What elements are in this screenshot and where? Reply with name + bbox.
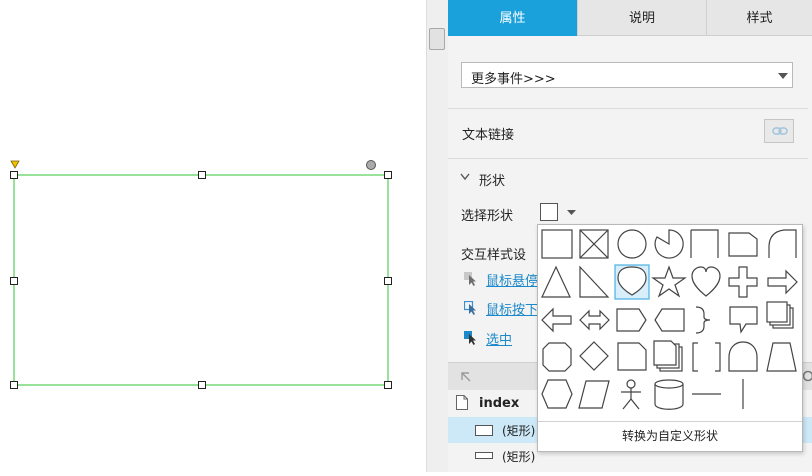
shape-folded-page-icon[interactable] [618, 343, 646, 370]
tree-item-label: (矩形) [502, 448, 535, 465]
shape-rectangle-icon[interactable] [542, 230, 572, 258]
shape-brace-right-icon[interactable] [696, 307, 710, 333]
divider [448, 108, 808, 109]
text-link-label: 文本链接 [462, 124, 514, 143]
shape-ellipse-icon[interactable] [618, 230, 646, 258]
shape-right-triangle-icon[interactable] [580, 267, 608, 297]
scrollbar-thumb[interactable] [429, 28, 445, 50]
shape-bell-curve-icon[interactable] [729, 342, 757, 371]
canvas-vertical-scrollbar[interactable] [426, 0, 448, 472]
selected-link[interactable]: 选中 [486, 329, 512, 348]
tab-properties[interactable]: 属性 [448, 0, 577, 36]
resize-handle-e[interactable] [385, 278, 392, 285]
select-shape-button[interactable] [537, 200, 585, 226]
select-shape-label: 选择形状 [461, 205, 513, 224]
tree-item-label: (矩形) [502, 422, 535, 439]
resize-handle-n[interactable] [199, 172, 206, 179]
cursor-press-icon [464, 301, 478, 315]
shape-star-icon[interactable] [653, 267, 685, 296]
rectangle-shape-icon [540, 203, 558, 221]
page-icon [456, 395, 468, 410]
mouse-down-link[interactable]: 鼠标按下 [486, 299, 538, 318]
shape-arrow-left-right-icon[interactable] [580, 311, 609, 329]
page-name[interactable]: index [479, 396, 519, 411]
chevron-down-icon [778, 73, 788, 79]
shape-crossed-rectangle-icon[interactable] [580, 230, 608, 258]
cursor-hover-icon [464, 272, 478, 286]
shape-database-icon[interactable] [655, 380, 683, 409]
rectangle-widget-icon [475, 425, 493, 436]
shape-stacked-pages-icon[interactable] [767, 302, 793, 328]
shape-callout-icon[interactable] [730, 307, 757, 332]
shape-section-title: 形状 [479, 170, 505, 189]
shape-arrow-right-icon[interactable] [768, 271, 797, 293]
interaction-style-title: 交互样式设 [461, 244, 526, 263]
rotate-handle-icon[interactable] [367, 161, 376, 170]
shape-arrow-left-icon[interactable] [542, 309, 571, 331]
shape-grid [538, 225, 802, 421]
tab-style[interactable]: 样式 [706, 0, 812, 36]
search-icon[interactable] [802, 370, 812, 382]
chevron-down-icon[interactable] [460, 173, 470, 181]
shape-triangle-icon[interactable] [542, 267, 570, 297]
resize-handle-w[interactable] [11, 278, 18, 285]
shape-snipped-corner-icon[interactable] [691, 230, 718, 258]
resize-handle-sw[interactable] [11, 382, 18, 389]
arrow-up-left-icon[interactable] [461, 372, 471, 382]
more-events-dropdown[interactable]: 更多事件>>> [461, 62, 793, 88]
resize-handle-s[interactable] [199, 382, 206, 389]
shape-pentagon-arrow-icon[interactable] [617, 309, 646, 331]
shape-pie-icon[interactable] [655, 230, 683, 258]
shape-document-stack-icon[interactable] [654, 341, 682, 371]
shape-curved-corner-icon[interactable] [769, 230, 796, 258]
shape-plus-icon[interactable] [729, 267, 757, 297]
design-canvas[interactable] [0, 0, 426, 472]
canvas-surface [0, 0, 426, 472]
shape-tab-icon[interactable] [729, 233, 757, 256]
resize-handle-nw[interactable] [11, 172, 18, 179]
rectangle-widget-icon [475, 452, 493, 459]
shape-picker-popup: 转换为自定义形状 [537, 224, 803, 452]
shape-diamond-icon[interactable] [580, 342, 608, 370]
mouse-hover-link[interactable]: 鼠标悬停 [486, 270, 538, 289]
resize-handle-se[interactable] [385, 382, 392, 389]
link-icon [772, 126, 788, 136]
corner-radius-handle-icon[interactable] [11, 161, 19, 168]
shape-trapezoid-icon[interactable] [767, 343, 796, 371]
shape-tag-left-icon[interactable] [655, 309, 684, 331]
chevron-down-icon [567, 210, 576, 215]
divider [448, 158, 808, 159]
text-link-button[interactable] [764, 119, 794, 143]
shape-actor-icon[interactable] [621, 380, 641, 409]
tab-notes[interactable]: 说明 [577, 0, 706, 36]
shape-heart-icon[interactable] [692, 267, 720, 296]
convert-to-custom-shape-button[interactable]: 转换为自定义形状 [538, 421, 802, 452]
shape-hexagon-icon[interactable] [542, 380, 572, 408]
selected-rectangle-shape[interactable] [14, 175, 388, 385]
shape-brackets-icon[interactable] [693, 343, 720, 371]
more-events-value: 更多事件>>> [471, 68, 556, 87]
shape-octagon-icon[interactable] [543, 343, 571, 371]
shape-parallelogram-icon[interactable] [579, 381, 609, 408]
resize-handle-ne[interactable] [385, 172, 392, 179]
cursor-selected-icon [464, 331, 478, 345]
